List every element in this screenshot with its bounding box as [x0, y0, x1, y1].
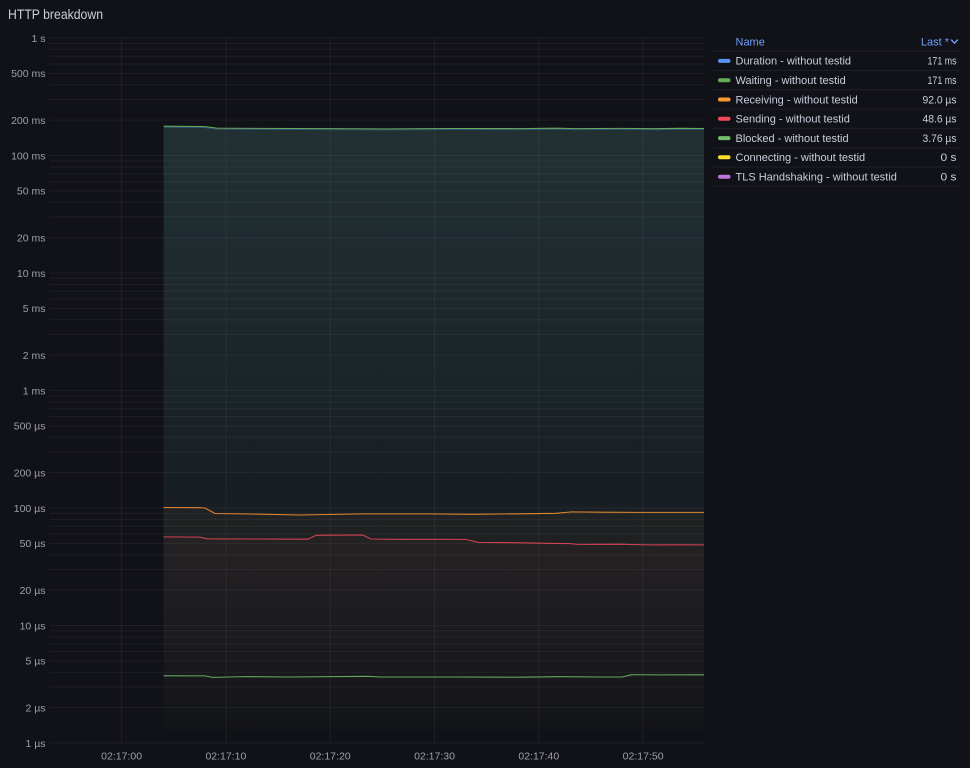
svg-text:0 s: 0 s — [941, 172, 958, 184]
svg-text:171 ms: 171 ms — [928, 56, 957, 68]
svg-text:Waiting - without testid: Waiting - without testid — [736, 75, 846, 87]
svg-text:0 s: 0 s — [941, 152, 958, 164]
svg-text:3.76 µs: 3.76 µs — [923, 133, 957, 145]
svg-text:10 ms: 10 ms — [17, 268, 46, 280]
svg-text:500 µs: 500 µs — [14, 421, 46, 433]
svg-text:02:17:10: 02:17:10 — [205, 751, 246, 763]
svg-text:Duration - without testid: Duration - without testid — [736, 56, 852, 68]
svg-text:1 ms: 1 ms — [23, 385, 46, 397]
svg-text:2 µs: 2 µs — [25, 702, 45, 714]
svg-text:02:17:30: 02:17:30 — [414, 751, 455, 763]
svg-text:48.6 µs: 48.6 µs — [923, 114, 957, 126]
svg-text:50 ms: 50 ms — [17, 186, 46, 198]
svg-text:5 ms: 5 ms — [23, 303, 46, 315]
svg-text:HTTP breakdown: HTTP breakdown — [8, 7, 103, 22]
svg-text:Connecting - without testid: Connecting - without testid — [736, 152, 866, 164]
svg-text:92.0 µs: 92.0 µs — [923, 94, 957, 106]
svg-text:500 ms: 500 ms — [11, 68, 45, 80]
svg-text:100 ms: 100 ms — [11, 150, 45, 162]
svg-text:20 µs: 20 µs — [20, 585, 46, 597]
svg-text:1 µs: 1 µs — [25, 738, 45, 750]
svg-text:Sending - without testid: Sending - without testid — [736, 114, 850, 126]
svg-text:TLS Handshaking - without test: TLS Handshaking - without testid — [736, 172, 897, 184]
svg-text:Last *: Last * — [921, 36, 950, 48]
svg-text:10 µs: 10 µs — [20, 620, 46, 632]
svg-text:200 µs: 200 µs — [14, 467, 46, 479]
svg-text:5 µs: 5 µs — [25, 656, 45, 668]
svg-text:2 ms: 2 ms — [23, 350, 46, 362]
svg-text:100 µs: 100 µs — [14, 503, 46, 515]
svg-text:Blocked - without testid: Blocked - without testid — [736, 133, 849, 145]
svg-text:200 ms: 200 ms — [11, 115, 45, 127]
svg-text:171 ms: 171 ms — [928, 75, 957, 87]
svg-text:02:17:20: 02:17:20 — [310, 751, 351, 763]
svg-text:1 s: 1 s — [31, 33, 45, 45]
svg-text:50 µs: 50 µs — [20, 538, 46, 550]
svg-text:Receiving - without testid: Receiving - without testid — [736, 94, 858, 106]
svg-text:Name: Name — [736, 36, 765, 48]
svg-text:02:17:50: 02:17:50 — [623, 751, 664, 763]
svg-text:02:17:00: 02:17:00 — [101, 751, 142, 763]
svg-text:20 ms: 20 ms — [17, 232, 46, 244]
svg-text:02:17:40: 02:17:40 — [518, 751, 559, 763]
